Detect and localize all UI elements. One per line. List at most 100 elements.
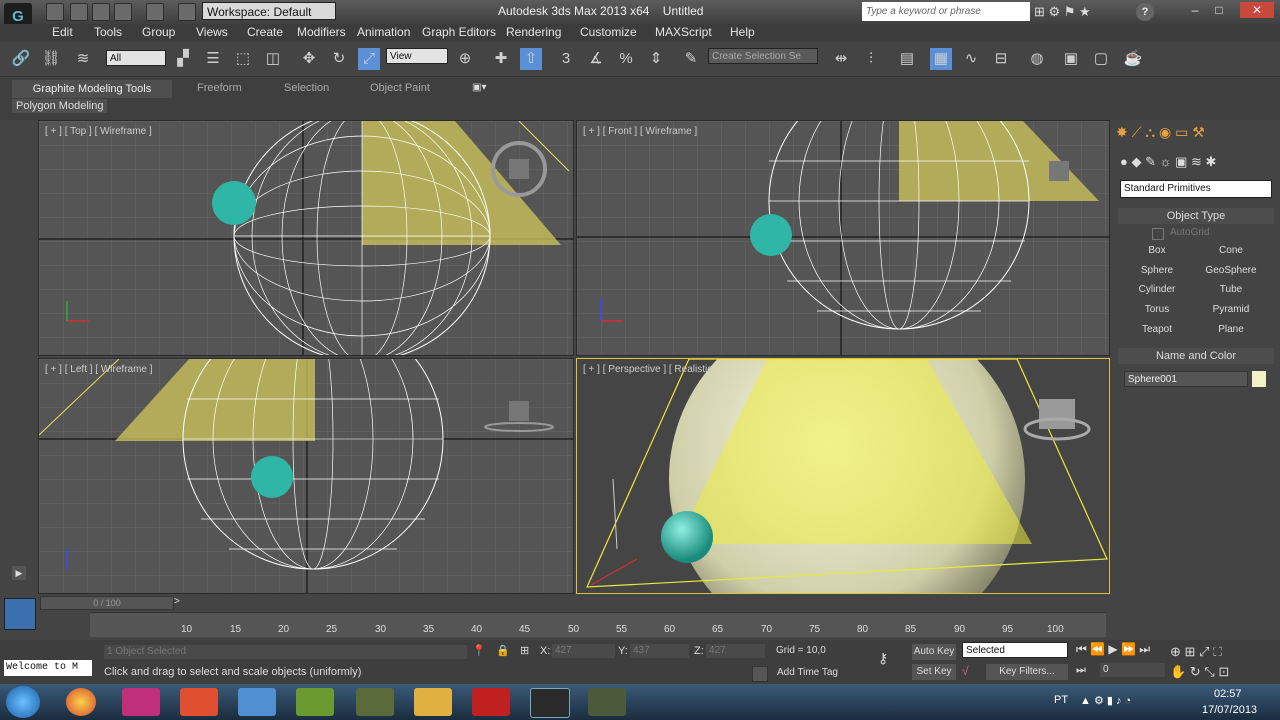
help-icon[interactable]: ? bbox=[1136, 3, 1154, 21]
snaps-toggle-icon[interactable]: 3 bbox=[555, 48, 577, 70]
language-indicator[interactable]: PT bbox=[1054, 694, 1068, 706]
keyboard-shortcut-icon[interactable]: ⇧ bbox=[520, 48, 542, 70]
select-by-name-icon[interactable]: ☰ bbox=[202, 48, 224, 70]
box-button[interactable]: Box bbox=[1124, 243, 1190, 259]
clock-time[interactable]: 02:57 bbox=[1214, 688, 1242, 700]
explorer-taskbar-icon[interactable] bbox=[414, 688, 452, 716]
select-object-icon[interactable]: ▞ bbox=[172, 48, 194, 70]
torus-button[interactable]: Torus bbox=[1124, 302, 1190, 318]
sphere-button[interactable]: Sphere bbox=[1124, 263, 1190, 279]
key-mode-dropdown[interactable]: Selected bbox=[962, 642, 1068, 658]
key-filters-button[interactable]: Key Filters... bbox=[986, 664, 1068, 680]
viewport-label-top[interactable]: [ + ] [ Top ] [ Wireframe ] bbox=[45, 126, 152, 137]
hold-icon[interactable] bbox=[178, 3, 196, 21]
3dsmax-taskbar-icon[interactable] bbox=[530, 688, 570, 718]
menu-edit[interactable]: Edit bbox=[52, 25, 73, 39]
teapot-button[interactable]: Teapot bbox=[1124, 322, 1190, 338]
redo-icon[interactable] bbox=[146, 3, 164, 21]
menu-maxscript[interactable]: MAXScript bbox=[655, 25, 712, 39]
rendered-frame-icon[interactable]: ▢ bbox=[1090, 48, 1112, 70]
key-icon[interactable]: ⚷ bbox=[878, 650, 888, 667]
name-color-rollout-header[interactable]: Name and Color bbox=[1118, 348, 1274, 364]
create-category-icons[interactable]: ● ◆ ✎ ☼ ▣ ≋ ✱ bbox=[1120, 154, 1276, 172]
tube-button[interactable]: Tube bbox=[1198, 282, 1264, 298]
playback-controls[interactable]: ⏮ ⏪ ▶ ⏩ ⏭ bbox=[1076, 642, 1180, 658]
tab-object-paint[interactable]: Object Paint bbox=[370, 82, 430, 94]
ref-coord-dropdown[interactable]: View bbox=[386, 48, 448, 64]
menu-modifiers[interactable]: Modifiers bbox=[297, 25, 346, 39]
viewport-top[interactable]: [ + ] [ Top ] [ Wireframe ] bbox=[38, 120, 574, 356]
close-button[interactable]: ✕ bbox=[1240, 2, 1274, 18]
viewport-label-front[interactable]: [ + ] [ Front ] [ Wireframe ] bbox=[583, 126, 697, 137]
sketchup-taskbar-icon[interactable] bbox=[356, 688, 394, 716]
filezilla-taskbar-icon[interactable] bbox=[180, 688, 218, 716]
render-production-icon[interactable]: ☕ bbox=[1122, 48, 1144, 70]
menu-animation[interactable]: Animation bbox=[357, 25, 410, 39]
infocenter-icons[interactable]: ⊞ ⚙ ⚑ ★ bbox=[1034, 4, 1126, 20]
percent-snap-icon[interactable]: % bbox=[615, 48, 637, 70]
plane-button[interactable]: Plane bbox=[1198, 322, 1264, 338]
minimize-button[interactable]: – bbox=[1184, 2, 1206, 18]
mirror-icon[interactable]: ⇹ bbox=[830, 48, 852, 70]
acrobat-taskbar-icon[interactable] bbox=[472, 688, 510, 716]
time-slider-next-icon[interactable]: > bbox=[174, 596, 180, 607]
menu-rendering[interactable]: Rendering bbox=[506, 25, 561, 39]
material-editor-icon[interactable]: ◍ bbox=[1026, 48, 1048, 70]
search-input[interactable]: Type a keyword or phrase bbox=[862, 2, 1030, 21]
selection-lock-icon[interactable]: 🔒 bbox=[496, 644, 510, 657]
menu-help[interactable]: Help bbox=[730, 25, 755, 39]
layer-explorer-icon[interactable] bbox=[4, 598, 36, 630]
cylinder-button[interactable]: Cylinder bbox=[1124, 282, 1190, 298]
render-setup-icon[interactable]: ▣ bbox=[1060, 48, 1082, 70]
key-tangent-icon[interactable]: √ bbox=[962, 664, 969, 678]
pyramid-button[interactable]: Pyramid bbox=[1198, 302, 1264, 318]
menu-views[interactable]: Views bbox=[196, 25, 228, 39]
viewport-navigation-controls[interactable]: ⊕ ⊞ ⤢ ⛶ ✋ ↻ ⤡ ⊡ bbox=[1170, 642, 1278, 682]
menu-tools[interactable]: Tools bbox=[94, 25, 122, 39]
viewport-front[interactable]: [ + ] [ Front ] [ Wireframe ] bbox=[576, 120, 1110, 356]
curve-editor-icon[interactable]: ∿ bbox=[960, 48, 982, 70]
isolate-selection-icon[interactable]: 📍 bbox=[472, 644, 486, 657]
clock-date[interactable]: 17/07/2013 bbox=[1202, 704, 1257, 716]
move-icon[interactable]: ✥ bbox=[298, 48, 320, 70]
align-icon[interactable]: ⫶ bbox=[860, 48, 882, 70]
menu-graph-editors[interactable]: Graph Editors bbox=[422, 25, 496, 39]
bind-spacewarp-icon[interactable]: ≋ bbox=[72, 48, 94, 70]
maxscript-listener-input[interactable]: Welcome to M bbox=[4, 660, 92, 676]
new-file-icon[interactable] bbox=[46, 3, 64, 21]
polygon-modeling-panel[interactable]: Polygon Modeling bbox=[12, 99, 108, 113]
start-button[interactable] bbox=[6, 686, 40, 718]
tab-selection[interactable]: Selection bbox=[284, 82, 329, 94]
workspace-dropdown[interactable]: Workspace: Default bbox=[202, 2, 336, 20]
command-panel-tabs[interactable]: ✸ ⟋ ⛬ ◉ ▭ ⚒ bbox=[1116, 124, 1276, 142]
expand-arrow-icon[interactable]: ▶ bbox=[12, 566, 26, 580]
viewport-label-left[interactable]: [ + ] [ Left ] [ Wireframe ] bbox=[45, 364, 153, 375]
add-time-tag-button[interactable]: Add Time Tag bbox=[777, 667, 838, 678]
menu-customize[interactable]: Customize bbox=[580, 25, 637, 39]
app-taskbar-icon[interactable] bbox=[122, 688, 160, 716]
camtasia-taskbar-icon[interactable] bbox=[296, 688, 334, 716]
named-selection-set-input[interactable]: Create Selection Se bbox=[708, 48, 818, 64]
rotate-icon[interactable]: ↻ bbox=[328, 48, 350, 70]
chrome-taskbar-icon[interactable] bbox=[66, 688, 96, 716]
angle-snap-icon[interactable]: ∡ bbox=[585, 48, 607, 70]
tray-icons[interactable]: ▲ ⚙ ▮ ♪ ◔ bbox=[1080, 694, 1131, 707]
scale-icon[interactable]: ⤢ bbox=[358, 48, 380, 70]
ribbon-options-icon[interactable]: ▣▾ bbox=[472, 82, 486, 93]
viewport-label-perspective[interactable]: [ + ] [ Perspective ] [ Realistic bbox=[583, 364, 712, 375]
time-tag-icon[interactable] bbox=[752, 666, 768, 682]
absolute-mode-icon[interactable]: ⊞ bbox=[520, 644, 529, 657]
tool-taskbar-icon[interactable] bbox=[588, 688, 626, 716]
auto-key-button[interactable]: Auto Key bbox=[912, 644, 956, 660]
window-crossing-icon[interactable]: ◫ bbox=[262, 48, 284, 70]
geosphere-button[interactable]: GeoSphere bbox=[1198, 263, 1264, 279]
set-key-button[interactable]: Set Key bbox=[912, 664, 956, 680]
ribbon-toggle-icon[interactable]: ▦ bbox=[930, 48, 952, 70]
x-coord-input[interactable]: 427 bbox=[552, 644, 615, 658]
viewport-perspective[interactable]: [ + ] [ Perspective ] [ Realistic bbox=[576, 358, 1110, 594]
time-slider[interactable]: 0 / 100 bbox=[40, 596, 174, 610]
object-name-input[interactable]: Sphere001 bbox=[1124, 371, 1248, 387]
undo-icon[interactable] bbox=[114, 3, 132, 21]
layer-manager-icon[interactable]: ▤ bbox=[896, 48, 918, 70]
object-color-swatch[interactable] bbox=[1252, 371, 1266, 387]
